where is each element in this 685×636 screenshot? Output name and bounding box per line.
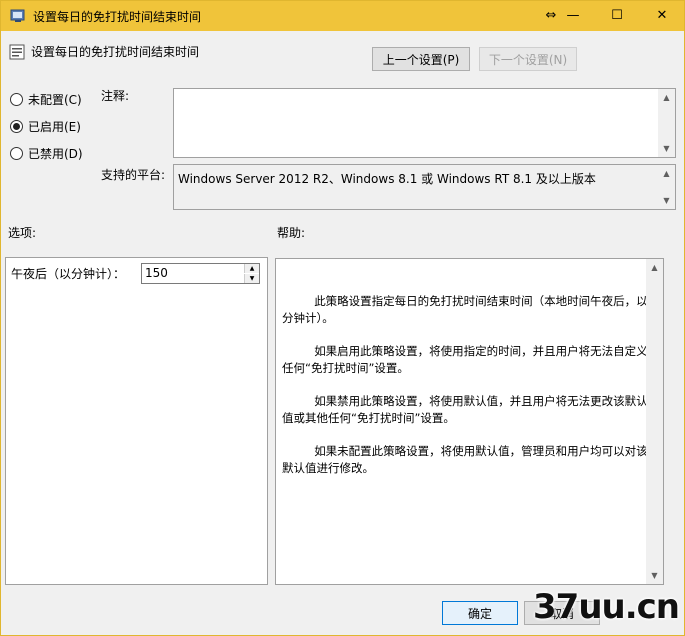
close-button[interactable]: ✕ — [640, 1, 684, 31]
dialog-body: 设置每日的免打扰时间结束时间 上一个设置(P) 下一个设置(N) 未配置(C) … — [1, 31, 684, 635]
next-setting-button[interactable]: 下一个设置(N) — [479, 47, 577, 71]
platform-value: Windows Server 2012 R2、Windows 8.1 或 Win… — [178, 172, 596, 186]
title-bar[interactable]: 设置每日的免打扰时间结束时间 ⇔ — ☐ ✕ — [1, 1, 684, 31]
comment-scrollbar[interactable]: ▲ ▼ — [658, 89, 675, 157]
radio-enabled-label: 已启用(E) — [28, 120, 81, 134]
minimize-button[interactable]: — — [551, 1, 595, 31]
prev-setting-button[interactable]: 上一个设置(P) — [372, 47, 470, 71]
radio-not-configured[interactable] — [10, 93, 23, 106]
minutes-after-midnight-label: 午夜后（以分钟计）： — [11, 267, 126, 281]
help-section-label: 帮助: — [277, 226, 306, 240]
scroll-up-icon[interactable]: ▲ — [658, 89, 675, 106]
platform-box: Windows Server 2012 R2、Windows 8.1 或 Win… — [173, 164, 676, 210]
options-pane: 午夜后（以分钟计）： 150 ▲ ▼ — [5, 257, 268, 585]
help-paragraph: 如果未配置此策略设置，将使用默认值，管理员和用户均可以对该默认值进行修改。 — [282, 444, 648, 475]
help-text: 此策略设置指定每日的免打扰时间结束时间（本地时间午夜后，以分钟计）。 如果启用此… — [282, 293, 654, 493]
spin-up-icon[interactable]: ▲ — [244, 264, 259, 273]
radio-disabled-label: 已禁用(D) — [28, 147, 83, 161]
radio-selected-dot — [13, 123, 20, 130]
policy-app-icon — [10, 9, 25, 22]
radio-enabled[interactable] — [10, 120, 23, 133]
setting-icon — [9, 44, 25, 60]
comment-label: 注释: — [101, 89, 130, 103]
radio-disabled[interactable] — [10, 147, 23, 160]
help-pane: 此策略设置指定每日的免打扰时间结束时间（本地时间午夜后，以分钟计）。 如果启用此… — [275, 258, 664, 585]
help-scrollbar[interactable]: ▲ ▼ — [646, 259, 663, 584]
platform-scrollbar[interactable]: ▲ ▼ — [658, 165, 675, 209]
help-paragraph: 如果启用此策略设置，将使用指定的时间，并且用户将无法自定义任何“免打扰时间”设置… — [282, 344, 648, 375]
help-paragraph: 如果禁用此策略设置，将使用默认值，并且用户将无法更改该默认值或其他任何“免打扰时… — [282, 394, 648, 425]
comment-textarea[interactable]: ▲ ▼ — [173, 88, 676, 158]
policy-dialog-window: 设置每日的免打扰时间结束时间 ⇔ — ☐ ✕ 设置每日的免打扰时间结束时间 上一… — [0, 0, 685, 636]
platform-label: 支持的平台: — [101, 168, 166, 182]
scroll-down-icon[interactable]: ▼ — [658, 192, 675, 209]
watermark-logo: 37uu.cn — [533, 587, 680, 627]
minutes-value[interactable]: 150 — [145, 266, 168, 280]
options-section-label: 选项: — [8, 226, 37, 240]
setting-name: 设置每日的免打扰时间结束时间 — [31, 45, 200, 59]
maximize-button[interactable]: ☐ — [595, 1, 639, 31]
scroll-down-icon[interactable]: ▼ — [658, 140, 675, 157]
scroll-up-icon[interactable]: ▲ — [646, 259, 663, 276]
help-paragraph: 此策略设置指定每日的免打扰时间结束时间（本地时间午夜后，以分钟计）。 — [282, 294, 648, 325]
radio-not-configured-label: 未配置(C) — [28, 93, 82, 107]
ok-button[interactable]: 确定 — [442, 601, 518, 625]
window-title: 设置每日的免打扰时间结束时间 — [33, 10, 202, 24]
scroll-down-icon[interactable]: ▼ — [646, 567, 663, 584]
scroll-up-icon[interactable]: ▲ — [658, 165, 675, 182]
minutes-spinner[interactable]: 150 ▲ ▼ — [141, 263, 260, 284]
spin-down-icon[interactable]: ▼ — [244, 274, 259, 283]
